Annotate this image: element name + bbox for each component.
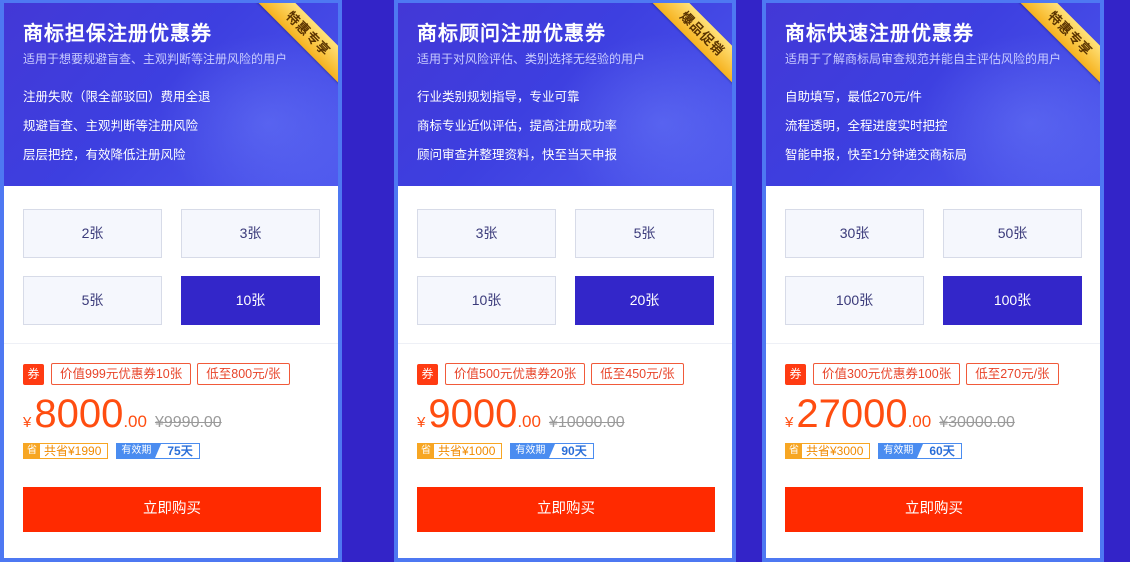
price-row: ¥ 27000 .00 ¥30000.00: [785, 392, 1081, 440]
card-title: 商标担保注册优惠券: [23, 23, 212, 45]
original-price: ¥10000.00: [548, 414, 625, 431]
price-area: 券 价值999元优惠券10张 低至800元/张 ¥ 8000 .00 ¥9990…: [4, 344, 338, 460]
currency-symbol: ¥: [417, 414, 426, 431]
quantity-option[interactable]: 100张: [785, 276, 924, 325]
meta-row: 省 共省¥1990 有效期 75天: [23, 442, 319, 460]
savings-text: 共省¥1000: [438, 444, 496, 458]
currency-symbol: ¥: [785, 414, 794, 431]
validity-badge: 有效期 75天: [116, 443, 200, 459]
coupon-unit-price-tag: 低至450元/张: [591, 363, 684, 385]
card-header: 特惠专享 商标担保注册优惠券 适用于想要规避盲查、主观判断等注册风险的用户 注册…: [4, 3, 338, 186]
quantity-option[interactable]: 5张: [23, 276, 162, 325]
card-header: 爆品促销 商标顾问注册优惠券 适用于对风险评估、类别选择无经验的用户 行业类别规…: [398, 3, 732, 186]
price: 9000: [428, 392, 518, 436]
meta-row: 省 共省¥1000 有效期 90天: [417, 442, 713, 460]
feature-list: 自助填写，最低270元/件 流程透明，全程进度实时把控 智能申报，快至1分钟递交…: [785, 89, 1100, 163]
price-area: 券 价值500元优惠券20张 低至450元/张 ¥ 9000 .00 ¥1000…: [398, 344, 732, 460]
savings-text: 共省¥1990: [44, 444, 102, 458]
validity-value: 75天: [167, 444, 193, 458]
price: 8000: [34, 392, 124, 436]
feature-item: 行业类别规划指导，专业可靠: [417, 90, 580, 104]
coupon-card-guarantee: 特惠专享 商标担保注册优惠券 适用于想要规避盲查、主观判断等注册风险的用户 注册…: [0, 0, 342, 562]
savings-badge: 省 共省¥3000: [785, 443, 871, 459]
quantity-option[interactable]: 3张: [417, 209, 556, 258]
price-decimal: .00: [907, 412, 932, 431]
coupon-unit-price-tag: 低至270元/张: [966, 363, 1059, 385]
validity-value: 90天: [561, 444, 587, 458]
quantity-options: 30张 50张 100张 100张: [766, 186, 1100, 344]
feature-list: 行业类别规划指导，专业可靠 商标专业近似评估，提高注册成功率 顾问审查并整理资料…: [417, 89, 732, 163]
feature-item: 注册失败（限全部驳回）费用全退: [23, 90, 211, 104]
quantity-option[interactable]: 3张: [181, 209, 320, 258]
quantity-option[interactable]: 5张: [575, 209, 714, 258]
quantity-option[interactable]: 2张: [23, 209, 162, 258]
meta-row: 省 共省¥3000 有效期 60天: [785, 442, 1081, 460]
validity-badge: 有效期 90天: [510, 443, 594, 459]
price-area: 券 价值300元优惠券100张 低至270元/张 ¥ 27000 .00 ¥30…: [766, 344, 1100, 460]
original-price: ¥30000.00: [939, 414, 1015, 431]
validity-label: 有效期: [117, 444, 162, 458]
feature-item: 流程透明，全程进度实时把控: [785, 119, 948, 133]
coupon-value-tag: 价值300元优惠券100张: [813, 363, 961, 385]
savings-badge: 省 共省¥1990: [23, 443, 109, 459]
price-row: ¥ 9000 .00 ¥10000.00: [417, 392, 713, 440]
coupon-value-tag: 价值500元优惠券20张: [445, 363, 586, 385]
validity-badge: 有效期 60天: [878, 443, 962, 459]
original-price: ¥9990.00: [154, 414, 222, 431]
coupon-row: 券 价值500元优惠券20张 低至450元/张: [417, 362, 713, 386]
savings-icon: 省: [786, 444, 802, 458]
savings-icon: 省: [418, 444, 434, 458]
price-decimal: .00: [517, 412, 541, 431]
quantity-option-selected[interactable]: 20张: [575, 276, 714, 325]
buy-now-button[interactable]: 立即购买: [23, 487, 321, 532]
coupon-unit-price-tag: 低至800元/张: [197, 363, 290, 385]
quantity-option[interactable]: 30张: [785, 209, 924, 258]
coupon-card-consultant: 爆品促销 商标顾问注册优惠券 适用于对风险评估、类别选择无经验的用户 行业类别规…: [394, 0, 736, 562]
feature-item: 层层把控，有效降低注册风险: [23, 148, 186, 162]
coupon-icon: 券: [785, 363, 806, 385]
savings-text: 共省¥3000: [806, 444, 864, 458]
feature-item: 规避盲查、主观判断等注册风险: [23, 119, 199, 133]
card-title: 商标顾问注册优惠券: [417, 23, 606, 45]
quantity-option-selected[interactable]: 10张: [181, 276, 320, 325]
price-decimal: .00: [123, 412, 147, 431]
savings-icon: 省: [24, 444, 40, 458]
coupon-row: 券 价值999元优惠券10张 低至800元/张: [23, 362, 319, 386]
price: 27000: [796, 392, 908, 436]
card-subtitle: 适用于对风险评估、类别选择无经验的用户: [417, 52, 646, 66]
currency-symbol: ¥: [23, 414, 32, 431]
savings-badge: 省 共省¥1000: [417, 443, 503, 459]
coupon-icon: 券: [23, 363, 44, 385]
buy-now-button[interactable]: 立即购买: [417, 487, 715, 532]
quantity-options: 2张 3张 5张 10张: [4, 186, 338, 344]
coupon-card-fast: 特惠专享 商标快速注册优惠券 适用于了解商标局审查规范并能自主评估风险的用户 自…: [762, 0, 1104, 562]
feature-item: 商标专业近似评估，提高注册成功率: [417, 119, 618, 133]
quantity-options: 3张 5张 10张 20张: [398, 186, 732, 344]
card-title: 商标快速注册优惠券: [785, 23, 974, 45]
coupon-row: 券 价值300元优惠券100张 低至270元/张: [785, 362, 1081, 386]
feature-item: 顾问审查并整理资料，快至当天申报: [417, 148, 618, 162]
buy-now-button[interactable]: 立即购买: [785, 487, 1083, 532]
coupon-icon: 券: [417, 363, 438, 385]
feature-item: 智能申报，快至1分钟递交商标局: [785, 148, 967, 162]
validity-label: 有效期: [511, 444, 556, 458]
quantity-option-selected[interactable]: 100张: [943, 276, 1082, 325]
card-subtitle: 适用于想要规避盲查、主观判断等注册风险的用户: [23, 52, 288, 66]
quantity-option[interactable]: 10张: [417, 276, 556, 325]
coupon-value-tag: 价值999元优惠券10张: [51, 363, 192, 385]
card-header: 特惠专享 商标快速注册优惠券 适用于了解商标局审查规范并能自主评估风险的用户 自…: [766, 3, 1100, 186]
feature-list: 注册失败（限全部驳回）费用全退 规避盲查、主观判断等注册风险 层层把控，有效降低…: [23, 89, 338, 163]
price-row: ¥ 8000 .00 ¥9990.00: [23, 392, 319, 440]
card-subtitle: 适用于了解商标局审查规范并能自主评估风险的用户: [785, 52, 1062, 66]
feature-item: 自助填写，最低270元/件: [785, 90, 922, 104]
validity-value: 60天: [929, 444, 955, 458]
validity-label: 有效期: [879, 444, 924, 458]
quantity-option[interactable]: 50张: [943, 209, 1082, 258]
